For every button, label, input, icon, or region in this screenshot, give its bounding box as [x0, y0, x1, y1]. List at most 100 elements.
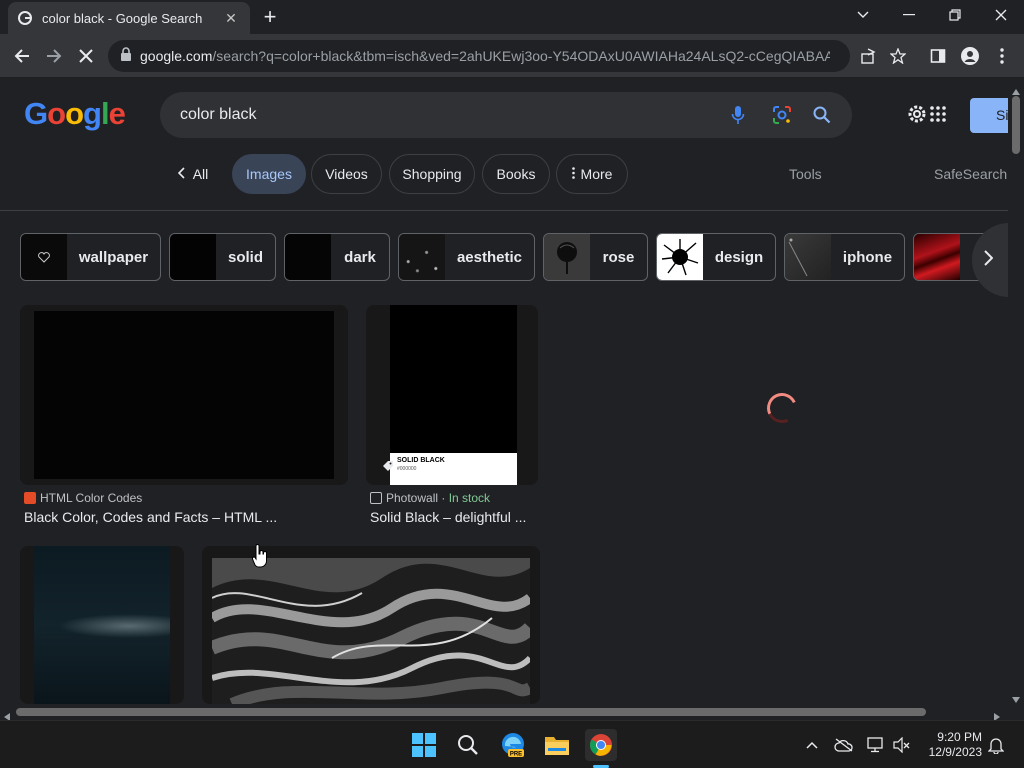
logo-letter: g [83, 96, 102, 131]
back-arrow-icon[interactable] [8, 42, 36, 70]
result-image[interactable] [212, 558, 530, 704]
network-icon[interactable] [866, 735, 886, 755]
forward-arrow-icon[interactable] [40, 42, 68, 70]
tab-images[interactable]: Images [232, 154, 306, 194]
close-window-button[interactable] [978, 0, 1024, 30]
filter-chip-wallpaper[interactable]: wallpaper [20, 233, 161, 281]
result-image-frame [20, 305, 348, 485]
filter-chip-label: dark [344, 248, 376, 266]
filter-chip-dark[interactable]: dark [284, 233, 390, 281]
browser-tab[interactable]: color black - Google Search ✕ [8, 2, 250, 34]
logo-letter: l [100, 96, 110, 131]
google-favicon-icon [18, 11, 32, 25]
loading-spinner [762, 388, 802, 428]
mouse-cursor-hand-icon [251, 544, 268, 573]
image-result-1[interactable]: HTML Color Codes Black Color, Codes and … [20, 305, 348, 575]
chip-thumbnail [544, 234, 590, 280]
vertical-scroll-thumb[interactable] [1012, 96, 1020, 154]
filter-chip-design[interactable]: design [656, 233, 776, 281]
taskbar-search-icon[interactable] [452, 729, 484, 761]
lock-icon [120, 46, 132, 66]
tab-title: color black - Google Search [42, 10, 203, 26]
tools-button[interactable]: Tools [789, 166, 822, 182]
product-label-code: #000000 [397, 466, 417, 472]
chrome-taskbar-icon[interactable] [585, 729, 617, 761]
logo-letter: o [65, 96, 84, 131]
notification-bell-icon[interactable] [986, 735, 1006, 755]
scroll-down-arrow-icon[interactable] [1012, 690, 1020, 708]
horizontal-scroll-thumb[interactable] [16, 708, 926, 716]
vertical-scrollbar[interactable] [1008, 78, 1024, 704]
image-result-3[interactable] [20, 546, 184, 704]
tab-videos[interactable]: Videos [311, 154, 382, 194]
product-label-title: SOLID BLACK [397, 457, 445, 464]
voice-search-mic-icon[interactable] [726, 103, 750, 127]
restore-button[interactable] [932, 0, 978, 30]
volume-muted-icon[interactable] [892, 735, 912, 755]
google-apps-grid-icon[interactable] [930, 106, 946, 127]
search-input[interactable]: color black [180, 106, 256, 124]
new-tab-button[interactable]: + [258, 6, 282, 30]
search-box[interactable]: color black [160, 92, 852, 138]
profile-icon[interactable] [956, 42, 984, 70]
chip-thumbnail [785, 234, 831, 280]
result-image[interactable] [34, 546, 170, 704]
result-title[interactable]: Solid Black – delightful ... [370, 509, 526, 525]
source-favicon-icon [370, 492, 382, 504]
share-icon[interactable] [854, 42, 882, 70]
file-explorer-icon[interactable] [541, 729, 573, 761]
tab-search-icon[interactable] [840, 0, 886, 30]
address-bar[interactable]: google.com/search?q=color+black&tbm=isch… [108, 40, 850, 72]
chip-thumbnail [21, 234, 67, 280]
more-dots-icon [571, 166, 575, 182]
price-tag-icon [382, 459, 394, 477]
clock-date: 12/9/2023 [928, 745, 982, 759]
tab-shopping[interactable]: Shopping [389, 154, 475, 194]
filter-chip-iphone[interactable]: iphone [784, 233, 905, 281]
filter-chip-label: design [714, 248, 764, 266]
chip-thumbnail [170, 234, 216, 280]
product-label-strip: SOLID BLACK #000000 [390, 453, 517, 485]
clock-time: 9:20 PM [937, 730, 982, 744]
chevron-right-icon [984, 249, 994, 271]
image-result-2[interactable]: SOLID BLACK #000000 Photowall · In stock… [366, 305, 538, 575]
lens-camera-icon[interactable] [770, 103, 794, 127]
search-icon[interactable] [810, 103, 834, 127]
windows-taskbar: PRE 9:20 PM 12/9/2023 [0, 720, 1024, 768]
filter-chip-label: rose [602, 248, 635, 266]
tab-all[interactable]: All [168, 154, 218, 194]
filter-chip-solid[interactable]: solid [169, 233, 276, 281]
result-source-label: HTML Color Codes [40, 491, 143, 505]
logo-letter: G [24, 96, 48, 131]
chip-thumbnail [914, 234, 960, 280]
taskbar-clock[interactable]: 9:20 PM 12/9/2023 [916, 730, 982, 760]
stop-loading-icon[interactable] [72, 42, 100, 70]
edge-beta-icon[interactable]: PRE [497, 729, 529, 761]
filter-chip-label: wallpaper [78, 248, 149, 266]
tab-more[interactable]: More [556, 154, 628, 194]
result-image[interactable] [34, 311, 334, 479]
tab-books[interactable]: Books [482, 154, 550, 194]
onedrive-cloud-icon[interactable] [834, 735, 854, 755]
show-hidden-icons-chevron-icon[interactable] [802, 735, 822, 755]
side-panel-icon[interactable] [924, 42, 952, 70]
stock-status: In stock [448, 491, 491, 505]
filter-chip-label: aesthetic [456, 248, 523, 266]
filter-chip-aesthetic[interactable]: aesthetic [398, 233, 535, 281]
tab-close-icon[interactable]: ✕ [222, 9, 240, 27]
safesearch-button[interactable]: SafeSearch [934, 166, 1007, 182]
settings-gear-icon[interactable] [906, 103, 928, 130]
chip-thumbnail [285, 234, 331, 280]
result-source: Photowall · In stock [370, 491, 490, 505]
menu-kebab-icon[interactable] [988, 42, 1016, 70]
google-logo[interactable]: Google [24, 96, 126, 132]
sign-in-button[interactable]: Si [970, 98, 1008, 133]
horizontal-scrollbar[interactable] [0, 704, 1008, 721]
bookmark-star-icon[interactable] [884, 42, 912, 70]
result-title[interactable]: Black Color, Codes and Facts – HTML ... [24, 509, 277, 525]
result-image[interactable]: SOLID BLACK #000000 [390, 305, 517, 485]
minimize-button[interactable] [886, 0, 932, 30]
filter-chip-rose[interactable]: rose [543, 233, 648, 281]
url-host: google.com [140, 48, 213, 64]
windows-start-icon[interactable] [408, 729, 440, 761]
